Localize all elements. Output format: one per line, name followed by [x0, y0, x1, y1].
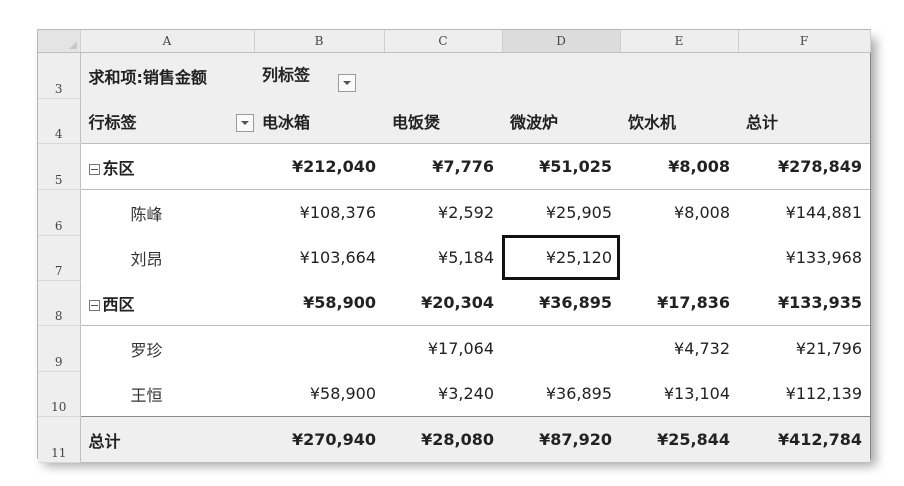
table-row: 11 总计 ¥270,940 ¥28,080 ¥87,920 ¥25,844 ¥… — [38, 416, 870, 463]
row-number[interactable]: 7 — [38, 235, 81, 281]
value-cell[interactable]: ¥17,064 — [384, 326, 502, 372]
value-cell[interactable]: ¥144,881 — [738, 190, 870, 236]
value-cell[interactable]: ¥2,592 — [384, 190, 502, 236]
value-cell[interactable]: ¥112,139 — [738, 371, 870, 417]
total-cell[interactable]: ¥270,940 — [254, 416, 384, 462]
person-label[interactable]: 刘昂 — [80, 235, 254, 280]
column-header-d[interactable]: D — [502, 30, 621, 53]
value-cell[interactable]: ¥51,025 — [502, 143, 620, 190]
total-cell[interactable]: ¥28,080 — [384, 416, 502, 462]
value-cell[interactable] — [620, 235, 738, 280]
row-number[interactable]: 10 — [38, 371, 81, 417]
cell[interactable] — [738, 52, 870, 98]
column-header-row: A B C D E F — [38, 30, 871, 53]
row-number[interactable]: 11 — [38, 416, 81, 463]
table-row: 8 西区 ¥58,900 ¥20,304 ¥36,895 ¥17,836 ¥13… — [38, 280, 870, 326]
cell[interactable] — [620, 52, 738, 98]
value-cell[interactable]: ¥21,796 — [738, 326, 870, 372]
total-cell[interactable]: ¥412,784 — [738, 416, 870, 462]
person-label[interactable]: 陈峰 — [80, 190, 254, 236]
pivot-table: A B C D E F 3 求和项:销售金额 列标签 4 行标签 电冰箱 电饭煲… — [38, 30, 871, 463]
value-cell[interactable]: ¥3,240 — [384, 371, 502, 417]
value-cell[interactable]: ¥278,849 — [738, 143, 870, 190]
column-labels-text: 列标签 — [262, 65, 311, 84]
total-cell[interactable]: ¥87,920 — [502, 416, 620, 462]
value-cell[interactable]: ¥17,836 — [620, 280, 738, 326]
table-row: 3 求和项:销售金额 列标签 — [38, 52, 870, 99]
column-header-label[interactable]: 总计 — [738, 98, 870, 144]
table-row: 7 刘昂 ¥103,664 ¥5,184 ¥25,120 ¥133,968 — [38, 235, 870, 281]
value-cell[interactable]: ¥36,895 — [502, 371, 620, 417]
column-header-a[interactable]: A — [80, 30, 255, 53]
value-cell[interactable]: ¥20,304 — [384, 280, 502, 326]
person-label[interactable]: 罗珍 — [80, 326, 254, 372]
value-cell[interactable]: ¥8,008 — [620, 143, 738, 190]
column-header-f[interactable]: F — [738, 30, 871, 53]
table-row: 5 东区 ¥212,040 ¥7,776 ¥51,025 ¥8,008 ¥278… — [38, 143, 870, 190]
row-labels-cell[interactable]: 行标签 — [80, 98, 254, 144]
region-cell[interactable]: 东区 — [80, 143, 254, 190]
selected-cell[interactable]: ¥25,120 — [502, 235, 620, 280]
value-cell[interactable] — [502, 326, 620, 372]
table-row: 6 陈峰 ¥108,376 ¥2,592 ¥25,905 ¥8,008 ¥144… — [38, 189, 870, 236]
value-cell[interactable]: ¥25,905 — [502, 190, 620, 236]
table-row: 10 王恒 ¥58,900 ¥3,240 ¥36,895 ¥13,104 ¥11… — [38, 371, 870, 417]
value-cell[interactable]: ¥4,732 — [620, 326, 738, 372]
column-header-label[interactable]: 电饭煲 — [384, 98, 502, 144]
column-header-b[interactable]: B — [254, 30, 385, 53]
column-header-label[interactable]: 电冰箱 — [254, 98, 384, 144]
value-cell[interactable]: ¥8,008 — [620, 190, 738, 236]
row-number[interactable]: 3 — [38, 52, 81, 99]
value-cell[interactable]: ¥108,376 — [254, 190, 384, 236]
region-label: 东区 — [102, 158, 135, 178]
value-cell[interactable]: ¥13,104 — [620, 371, 738, 417]
table-row: 4 行标签 电冰箱 电饭煲 微波炉 饮水机 总计 — [38, 98, 870, 144]
row-labels-filter-dropdown[interactable] — [236, 114, 254, 132]
row-labels-text: 行标签 — [88, 112, 137, 132]
value-cell[interactable]: ¥103,664 — [254, 235, 384, 280]
grand-total-label[interactable]: 总计 — [80, 416, 254, 462]
select-all-corner[interactable] — [38, 30, 81, 53]
value-cell[interactable] — [254, 326, 384, 372]
person-label[interactable]: 王恒 — [80, 371, 254, 417]
total-cell[interactable]: ¥25,844 — [620, 416, 738, 462]
row-number[interactable]: 5 — [38, 143, 81, 190]
region-cell[interactable]: 西区 — [80, 280, 254, 326]
row-number[interactable]: 8 — [38, 280, 81, 326]
row-number[interactable]: 6 — [38, 189, 81, 236]
value-cell[interactable]: ¥133,968 — [738, 235, 870, 280]
value-cell[interactable]: ¥212,040 — [254, 143, 384, 190]
row-number[interactable]: 4 — [38, 98, 81, 144]
values-field-label[interactable]: 求和项:销售金额 — [80, 52, 254, 98]
value-cell[interactable]: ¥7,776 — [384, 143, 502, 190]
value-cell[interactable]: ¥5,184 — [384, 235, 502, 280]
cell[interactable] — [384, 52, 502, 98]
pivot-table-sheet: A B C D E F 3 求和项:销售金额 列标签 4 行标签 电冰箱 电饭煲… — [38, 30, 871, 463]
column-header-label[interactable]: 饮水机 — [620, 98, 738, 144]
cell[interactable] — [502, 52, 620, 98]
region-label: 西区 — [102, 294, 135, 314]
row-number[interactable]: 9 — [38, 325, 81, 372]
column-labels-filter-dropdown[interactable] — [337, 73, 356, 92]
value-cell[interactable]: ¥58,900 — [254, 280, 384, 326]
value-cell[interactable]: ¥36,895 — [502, 280, 620, 326]
table-row: 9 罗珍 ¥17,064 ¥4,732 ¥21,796 — [38, 325, 870, 372]
column-header-c[interactable]: C — [384, 30, 503, 53]
collapse-icon[interactable] — [88, 163, 100, 175]
column-labels-cell[interactable]: 列标签 — [254, 52, 384, 98]
collapse-icon[interactable] — [88, 299, 100, 311]
column-header-e[interactable]: E — [620, 30, 739, 53]
value-cell[interactable]: ¥133,935 — [738, 280, 870, 326]
column-header-label[interactable]: 微波炉 — [502, 98, 620, 144]
value-cell[interactable]: ¥58,900 — [254, 371, 384, 417]
